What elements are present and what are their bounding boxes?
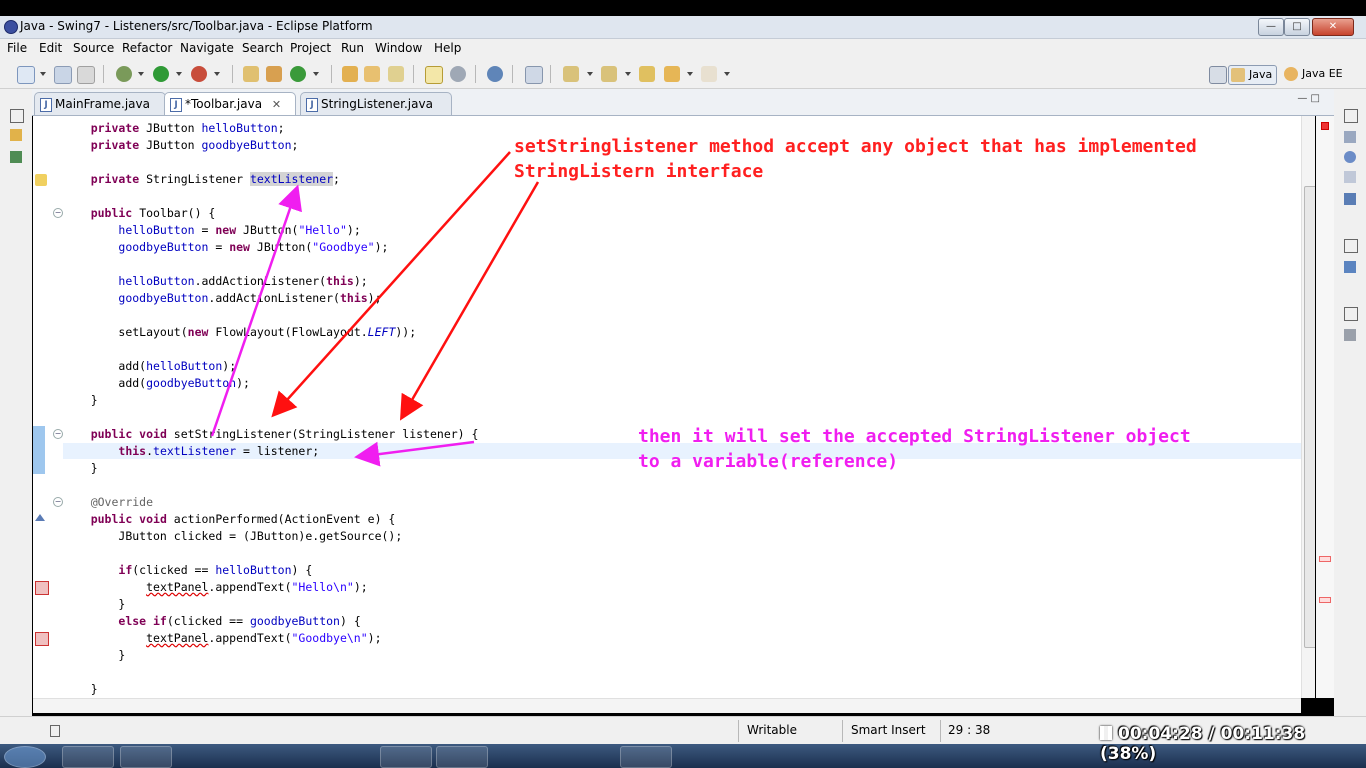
annotation-line: StringListern interface [514, 161, 764, 182]
annotation-note-red: setStringlistener method accept any obje… [514, 134, 1197, 184]
video-timer: 00:04:28 / 00:11:38 (38%) [1100, 724, 1366, 764]
annotation-line: setStringlistener method accept any obje… [514, 136, 1197, 157]
total-time: 00:11:38 [1220, 724, 1306, 744]
annotation-arrows [210, 151, 540, 467]
time-separator: / [1208, 724, 1215, 744]
annotation-note-magenta: then it will set the accepted StringList… [638, 424, 1191, 474]
pause-icon[interactable] [1100, 726, 1112, 740]
annotation-line: to a variable(reference) [638, 451, 899, 472]
red-arrow-to-parameter [399, 181, 540, 421]
elapsed-time: 00:04:28 [1118, 724, 1203, 744]
annotation-line: then it will set the accepted StringList… [638, 426, 1191, 447]
red-arrow-to-method [271, 151, 511, 418]
progress-percent: (38%) [1100, 744, 1157, 764]
magenta-arrow-to-field [210, 184, 302, 437]
magenta-arrow-to-assignment [354, 440, 475, 467]
